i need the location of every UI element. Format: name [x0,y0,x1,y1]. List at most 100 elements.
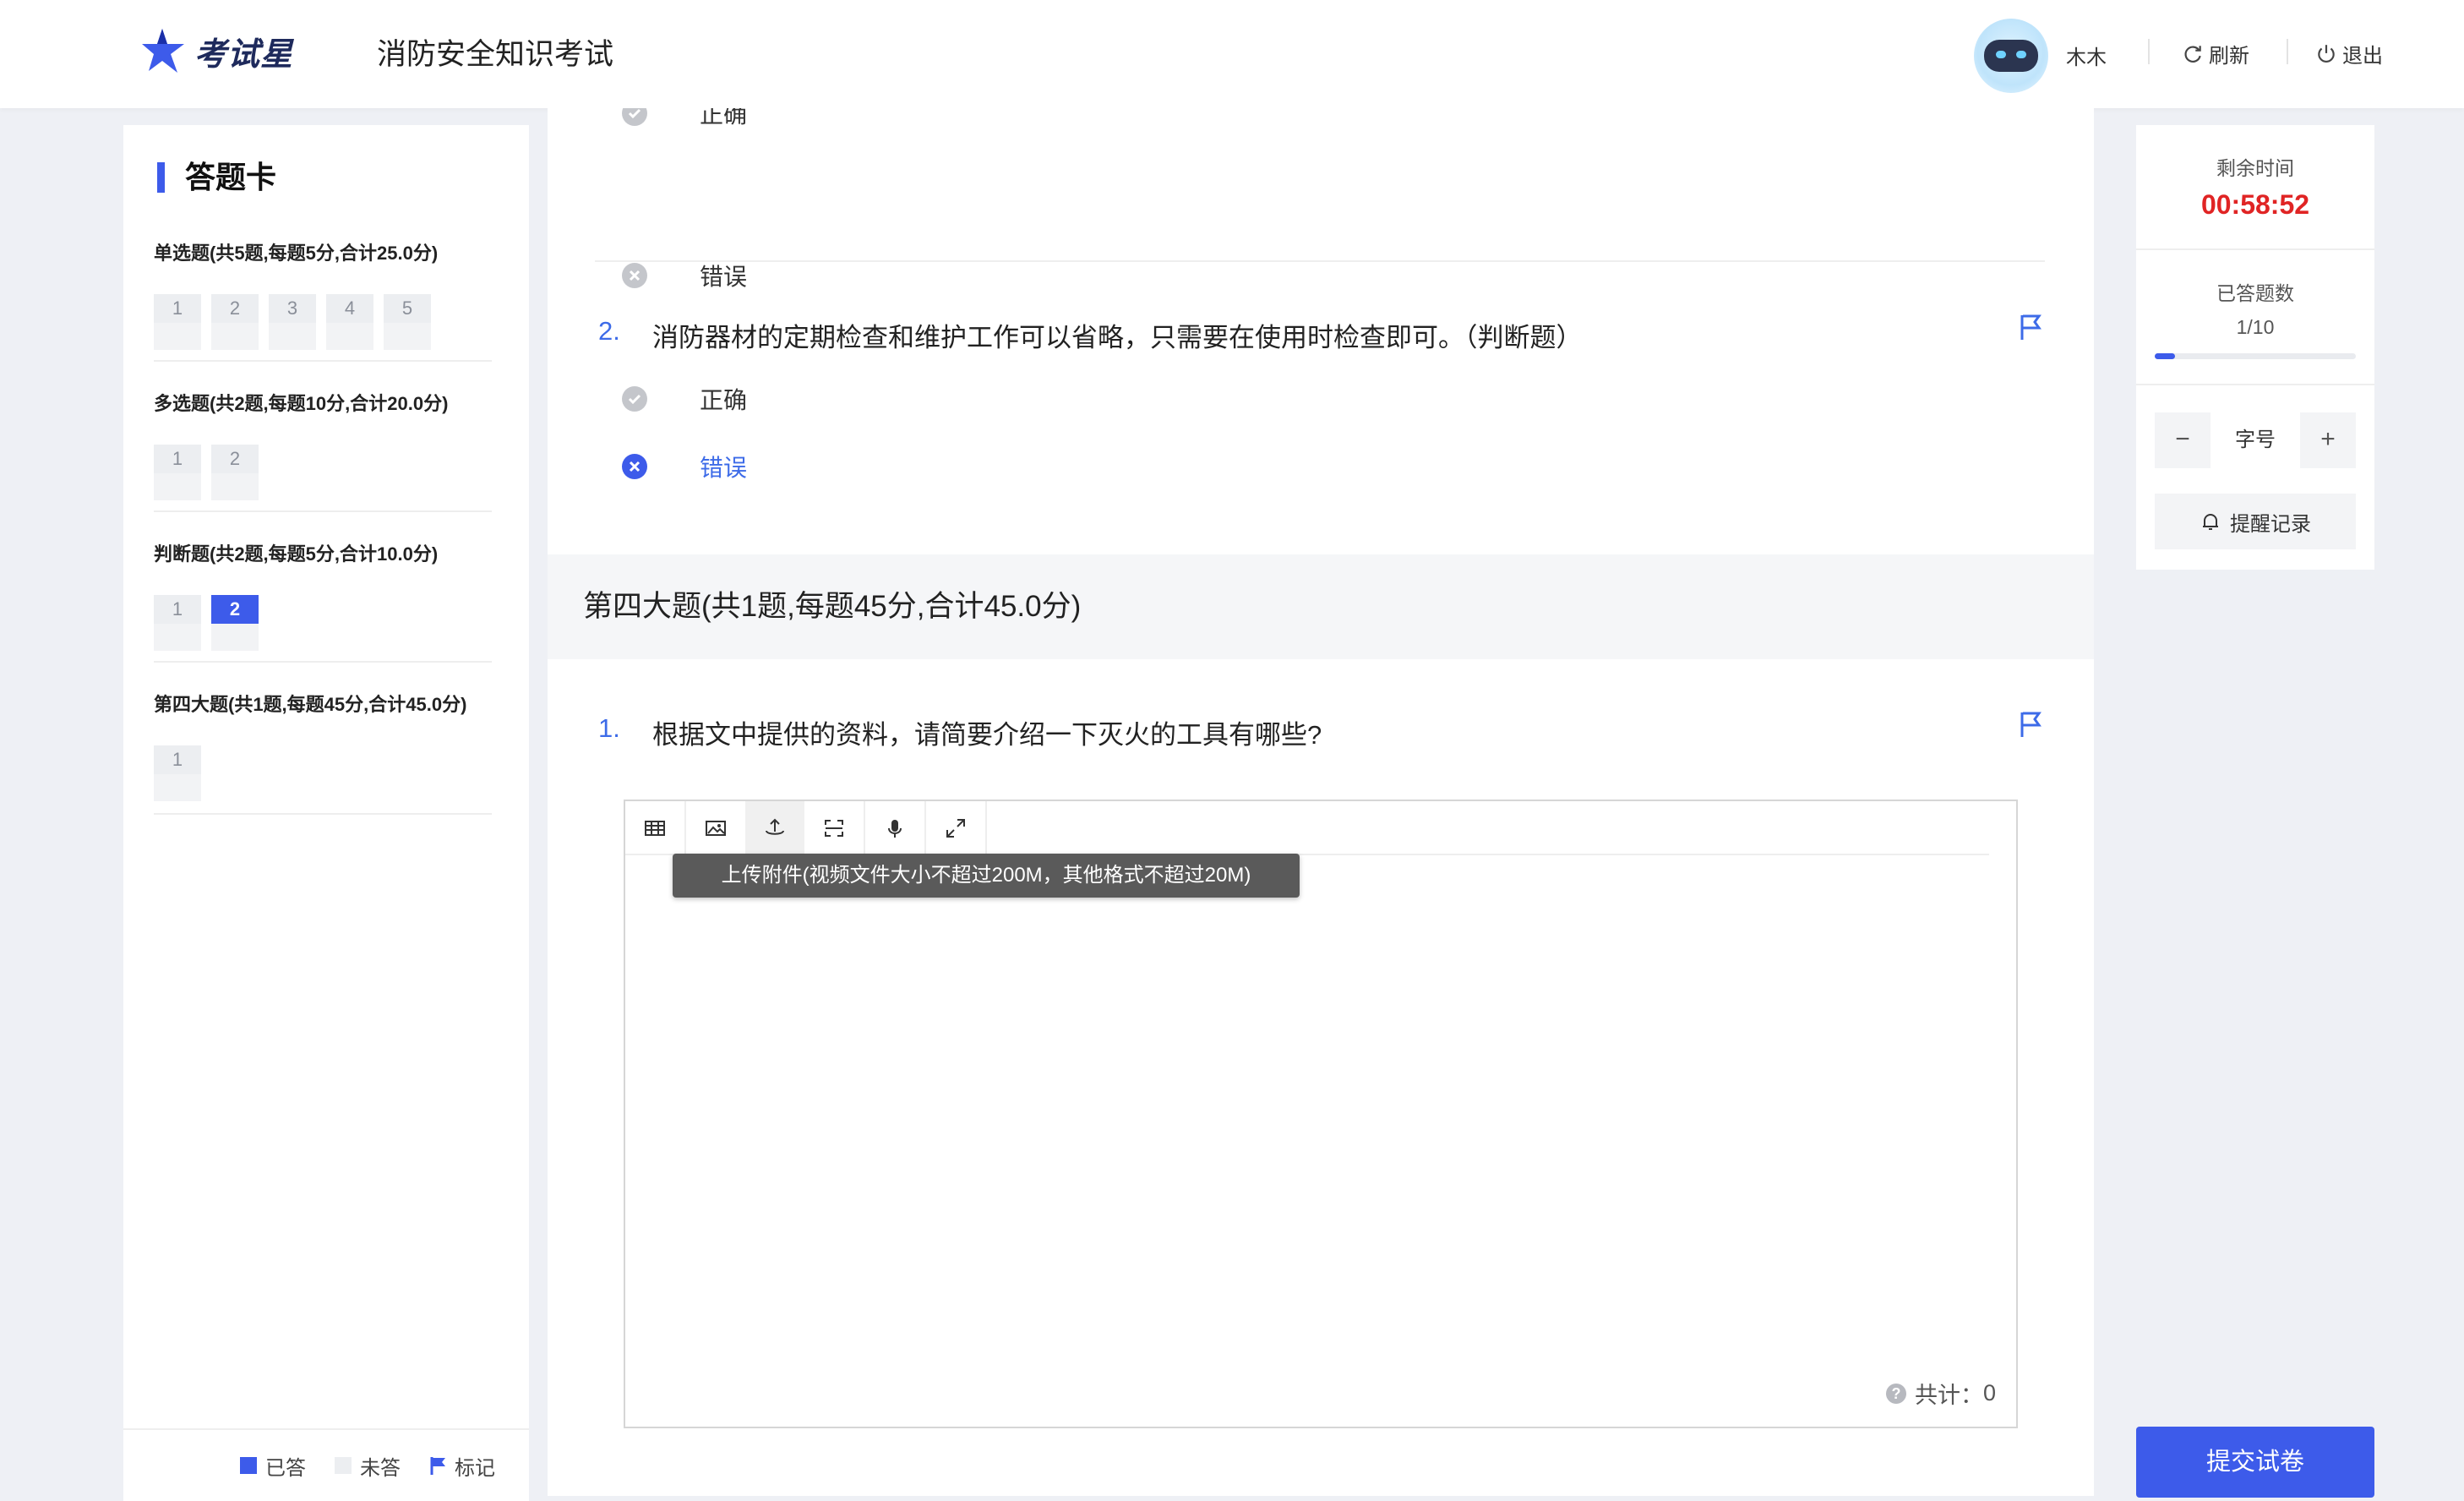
card-section-multi: 多选题(共2题,每题10分,合计20.0分) 12 [154,389,492,512]
question-cell[interactable]: 2 [211,445,259,500]
exam-title: 消防安全知识考试 [377,38,614,71]
logout-button[interactable]: 退出 [2315,39,2383,68]
remaining-time-label: 剩余时间 [2216,157,2294,179]
screenshot-button[interactable] [804,801,864,855]
question-2: 2. 消防器材的定期检查和维护工作可以省略，只需要在使用时检查即可。（判断题） [598,316,1583,354]
logo[interactable]: 考试星 [140,25,293,76]
question-cell-number: 5 [384,294,431,323]
editor-toolbar [625,801,1989,855]
question-cell-number: 1 [154,595,201,624]
flag-icon [430,1457,445,1475]
question-cell-number: 3 [269,294,316,323]
question-cell-number: 1 [154,745,201,774]
image-button[interactable] [686,801,745,855]
refresh-icon [2184,45,2201,63]
font-size-label: 字号 [2235,428,2276,451]
question-grid: 12 [154,445,492,500]
question-text: 消防器材的定期检查和维护工作可以省略，只需要在使用时检查即可。（判断题） [652,323,1583,352]
option-label: 错误 [700,455,748,481]
username: 木木 [2066,46,2107,69]
question-cell[interactable]: 1 [154,294,201,350]
logo-text: 考试星 [194,36,294,73]
upload-button[interactable] [745,801,804,855]
question-grid: 12 [154,595,492,651]
progress-fill [2155,353,2175,359]
question-number: 1. [598,713,620,743]
question-grid: 12345 [154,294,492,350]
bell-icon [2203,514,2218,530]
legend-unanswered: 未答 [335,1451,401,1481]
top-bar: 考试星 消防安全知识考试 木木 刷新 退出 [0,0,2464,108]
divider [2136,248,2374,250]
question-cell[interactable]: 5 [384,294,431,350]
question-cell-number: 1 [154,445,201,473]
microphone-button[interactable] [865,801,924,855]
font-decrease-button[interactable]: − [2155,412,2211,468]
robot-avatar-icon [1984,40,2038,72]
unanswered-swatch [335,1457,352,1474]
star-logo-icon [142,29,184,73]
table-button[interactable] [625,801,684,855]
question-cell[interactable]: 2 [211,294,259,350]
question-cell[interactable]: 4 [326,294,373,350]
flag-question-icon[interactable] [2018,313,2043,341]
question-cell[interactable]: 1 [154,445,201,500]
section-title: 判断题(共2题,每题5分,合计10.0分) [154,543,439,565]
question-cell[interactable]: 2 [211,595,259,651]
answered-progress [2155,353,2356,359]
section-header: 第四大题(共1题,每题45分,合计45.0分) [548,554,2094,659]
question-text: 根据文中提供的资料，请简要介绍一下灭火的工具有哪些? [652,720,1322,750]
screenshot-icon [825,820,843,837]
counter-label: 共计： [1914,1383,1983,1408]
font-increase-button[interactable]: + [2300,412,2356,468]
fullscreen-button[interactable] [926,801,985,855]
help-icon[interactable]: ? [1885,1383,1906,1404]
submit-exam-button[interactable]: 提交试卷 [2136,1427,2374,1498]
fullscreen-icon [946,819,965,838]
question-cell[interactable]: 3 [269,294,316,350]
logout-label: 退出 [2342,45,2383,68]
header-divider [2148,39,2150,64]
divider [2136,384,2374,385]
answer-card-title: 答题卡 [157,162,276,193]
word-counter: ? 共计： 0 [1885,1377,1996,1410]
exam-status-panel: 剩余时间 00:58:52 已答题数 1/10 − 字号 + 提醒记录 [2136,125,2374,570]
section-title: 多选题(共2题,每题10分,合计20.0分) [154,393,449,414]
question-4-1: 1. 根据文中提供的资料，请简要介绍一下灭火的工具有哪些? [598,713,1322,751]
option-label: 正确 [700,108,748,128]
reminder-log-label: 提醒记录 [2230,512,2311,536]
x-circle-icon [622,454,647,479]
font-size-control: − 字号 + [2155,412,2356,468]
x-circle-icon [622,263,647,288]
answer-legend: 已答 未答 标记 [123,1428,529,1501]
question-cell-number: 4 [326,294,373,323]
upload-tooltip: 上传附件(视频文件大小不超过200M，其他格式不超过20M) [673,854,1300,898]
option-label: 正确 [700,387,748,413]
counter-value: 0 [1982,1380,1996,1405]
flag-question-icon[interactable] [2018,710,2043,739]
check-circle-icon [622,108,647,126]
upload-icon [766,818,784,835]
legend-flagged-label: 标记 [455,1456,495,1480]
option-true[interactable]: 正确 [622,108,747,130]
option-true[interactable]: 正确 [622,382,747,416]
avatar[interactable] [1974,19,2048,93]
question-panel: 正确 错误 2. 消防器材的定期检查和维护工作可以省略，只需要在使用时检查即可。… [548,108,2094,1496]
reminder-log-button[interactable]: 提醒记录 [2155,494,2356,549]
legend-answered-label: 已答 [265,1456,306,1480]
check-circle-icon [622,386,647,412]
question-cell[interactable]: 1 [154,595,201,651]
divider [595,260,2045,262]
option-false-selected[interactable]: 错误 [622,450,747,483]
card-section-essay: 第四大题(共1题,每题45分,合计45.0分) 1 [154,690,492,815]
question-cell[interactable]: 1 [154,745,201,801]
toolbar-divider [985,801,987,855]
question-cell-number: 2 [211,294,259,323]
answer-editor[interactable]: 上传附件(视频文件大小不超过200M，其他格式不超过20M) ? 共计： 0 [624,800,2018,1428]
answered-swatch [240,1457,257,1474]
question-grid: 1 [154,745,492,801]
option-false[interactable]: 错误 [622,259,747,292]
legend-answered: 已答 [240,1451,306,1481]
refresh-button[interactable]: 刷新 [2182,39,2249,68]
answered-label: 已答题数 [2216,282,2294,304]
